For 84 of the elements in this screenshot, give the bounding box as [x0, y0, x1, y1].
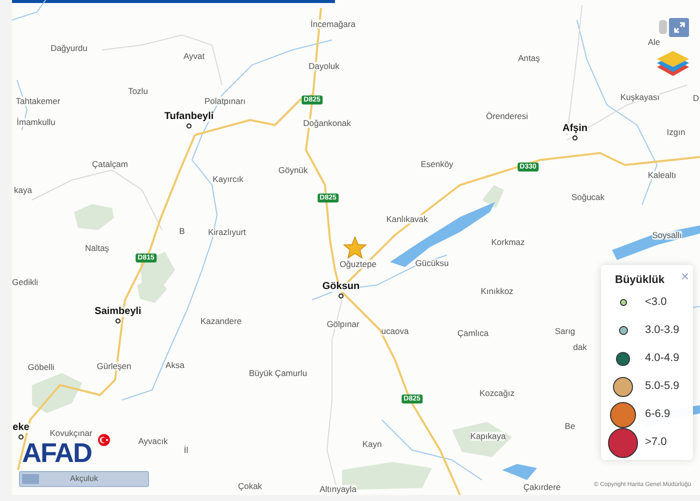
place-label: Doğankonak — [303, 118, 351, 128]
place-label: Ayvacık — [138, 436, 168, 446]
place-label: ucaova — [381, 326, 409, 336]
forest-area — [74, 204, 114, 230]
town-marker-icon — [338, 294, 344, 298]
place-label: Altınyayla — [320, 484, 356, 494]
place-label: Kayn — [362, 440, 382, 448]
place-label: Kınıkkoz — [480, 286, 514, 296]
place-label: Korkmaz — [491, 238, 525, 246]
place-label: Kirazlıyurt — [208, 228, 246, 236]
place-label: Soğucak — [571, 192, 605, 202]
place-label: Kuşkayası — [620, 92, 660, 102]
place-label: Ayvat — [183, 52, 205, 60]
place-label: Tahtakemer — [16, 96, 60, 106]
place-label: Soysallı — [652, 230, 682, 240]
place-label: Göynük — [278, 166, 308, 174]
place-label: Gedikli — [12, 278, 38, 286]
magnitude-label: >7.0 — [645, 435, 667, 450]
place-label: Göbelli — [28, 362, 54, 372]
place-label: Izgın — [666, 128, 686, 136]
place-label: Çatalçam — [92, 160, 128, 168]
place-label: İncemağara — [310, 20, 356, 28]
fullscreen-button[interactable] — [669, 18, 689, 37]
epicenter-star-icon — [343, 236, 367, 259]
place-label: Çamlıca — [457, 328, 489, 338]
place-label: Esenköy — [420, 160, 454, 168]
place-label: D — [692, 94, 700, 102]
map-toggle-button[interactable] — [659, 20, 667, 34]
forest-area — [32, 373, 82, 413]
forest-area — [482, 185, 504, 208]
logo-text: AFAD — [22, 442, 92, 465]
place-label: Gücüksu — [415, 258, 449, 268]
place-label: Gölpınar — [326, 320, 360, 328]
place-label: İl — [184, 446, 188, 454]
magnitude-label: 4.0-4.9 — [645, 351, 680, 366]
flag-icon — [98, 434, 110, 446]
place-label: Kozcağız — [480, 388, 514, 398]
bar-handle[interactable] — [22, 474, 39, 484]
place-label: Aksa — [166, 360, 184, 370]
place-label: Büyük Çamurlu — [248, 368, 308, 378]
magnitude-label: 5.0-5.9 — [645, 379, 680, 394]
place-label: Kalealtı — [648, 170, 676, 180]
district-label: Afşin — [562, 124, 588, 134]
place-label: Kovukçınar — [50, 428, 92, 438]
place-label: Tozlu — [128, 86, 148, 96]
place-label: Dayoluk — [308, 62, 340, 70]
district-label: Tufanbeyli — [164, 112, 214, 122]
town-marker-icon — [18, 434, 24, 440]
place-label: Kayırcık — [212, 174, 244, 184]
place-label: kaya — [14, 186, 32, 194]
place-label: Örenderesi — [486, 112, 528, 120]
magnitude-label: 6-6.9 — [645, 407, 670, 422]
place-label: Gürleşen — [96, 362, 132, 370]
magnitude-label: 3.0-3.9 — [645, 323, 680, 338]
place-label: B — [179, 226, 185, 236]
place-label: Kanlıkavak — [386, 214, 428, 224]
place-label: Oğuztepe — [340, 260, 376, 268]
diagonal-arrows-icon — [674, 22, 684, 33]
place-label: Kapıkaya — [470, 432, 506, 440]
place-label: Çakırdere — [523, 482, 561, 492]
place-label: İmamkullu — [16, 118, 56, 126]
place-label: dak — [573, 342, 587, 352]
close-button[interactable]: × — [680, 269, 689, 283]
place-label: Naltaş — [84, 244, 110, 252]
place-label: Çokak — [238, 482, 262, 490]
town-marker-icon — [572, 136, 578, 140]
river — [12, 0, 48, 20]
district-label: Saimbeyli — [94, 307, 142, 317]
lake — [502, 464, 537, 480]
search-bar-text: Akçuluk — [70, 473, 98, 485]
search-bar[interactable]: Akçuluk — [19, 471, 149, 487]
place-label: Dağyurdu — [50, 44, 88, 52]
place-label: Antaş — [518, 54, 540, 62]
town-marker-icon — [116, 318, 120, 324]
place-label: Ale — [648, 38, 660, 46]
district-label: eke — [12, 423, 30, 433]
place-label: Kazandere — [200, 316, 242, 326]
district-label: Göksun — [322, 282, 360, 292]
place-label: Be — [564, 422, 576, 430]
place-label: Polatpınarı — [204, 96, 246, 106]
place-label: Sarıg — [554, 326, 576, 336]
magnitude-label: <3.0 — [645, 295, 667, 310]
town-marker-icon — [186, 124, 192, 128]
legend-title: Büyüklük — [615, 273, 665, 288]
